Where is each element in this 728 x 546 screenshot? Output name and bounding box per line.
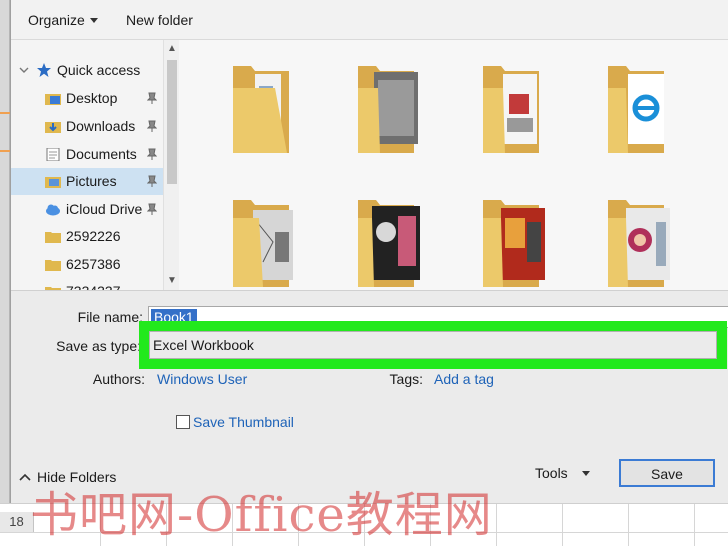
authors-label: Authors:	[92, 371, 145, 387]
nav-label: iCloud Drive	[66, 201, 143, 217]
save-thumbnail-checkbox[interactable]	[176, 415, 190, 429]
grid-column	[562, 504, 563, 546]
folder-thumbnail[interactable]	[604, 192, 676, 292]
grid-column	[496, 504, 497, 546]
nav-item-folder-2592226[interactable]: 2592226	[11, 223, 171, 250]
nav-item-pictures[interactable]: Pictures	[11, 168, 171, 195]
nav-label: Pictures	[66, 173, 117, 189]
documents-icon	[46, 148, 60, 161]
save-button[interactable]: Save	[619, 459, 715, 487]
download-folder-icon	[45, 122, 61, 133]
watermark-text: 书吧网-Office教程网	[30, 487, 493, 543]
organize-label: Organize	[28, 12, 85, 28]
folder-thumbnail[interactable]	[229, 58, 301, 158]
pin-icon[interactable]	[147, 203, 157, 215]
nav-item-desktop[interactable]: Desktop	[11, 85, 171, 112]
nav-item-icloud-drive[interactable]: iCloud Drive	[11, 196, 171, 223]
row-number: 18	[0, 512, 34, 532]
authors-link[interactable]: Windows User	[157, 371, 247, 387]
chevron-expand-icon[interactable]	[19, 67, 29, 74]
save-type-highlight: Excel Workbook	[139, 321, 727, 369]
nav-label: 7334337	[66, 278, 121, 290]
file-name-label: File name:	[77, 309, 143, 325]
file-list	[179, 40, 728, 290]
grid-column	[628, 504, 629, 546]
nav-label: Quick access	[57, 62, 141, 78]
folder-thumbnail[interactable]	[354, 192, 426, 292]
navigation-pane: Quick access Desktop Downloads Documents…	[11, 40, 179, 290]
save-type-select[interactable]: Excel Workbook	[149, 331, 717, 359]
save-options-panel: File name: Book1 Save as type: Excel Wor…	[11, 290, 728, 503]
folder-icon	[45, 260, 61, 271]
organize-button[interactable]: Organize	[28, 12, 98, 28]
desktop-folder-icon	[45, 94, 61, 105]
tags-label: Tags:	[389, 371, 423, 387]
pin-icon[interactable]	[147, 148, 157, 160]
pin-icon[interactable]	[147, 92, 157, 104]
pictures-icon	[45, 177, 61, 188]
pin-icon[interactable]	[147, 120, 157, 132]
new-folder-button[interactable]: New folder	[126, 12, 193, 28]
nav-scrollbar[interactable]: ▲ ▼	[163, 40, 179, 290]
save-type-label: Save as type:	[56, 338, 141, 354]
folder-thumbnail[interactable]	[479, 58, 551, 158]
folder-thumbnail[interactable]	[604, 58, 676, 158]
nav-label: Desktop	[66, 90, 118, 106]
save-thumbnail-label[interactable]: Save Thumbnail	[193, 414, 294, 430]
chevron-down-icon	[89, 18, 98, 23]
folder-icon	[45, 232, 61, 243]
pin-icon[interactable]	[147, 175, 157, 187]
scroll-up-icon[interactable]: ▲	[167, 44, 177, 54]
nav-label: 6257386	[66, 256, 121, 272]
tools-button[interactable]: Tools	[535, 460, 605, 488]
folder-thumbnail[interactable]	[354, 58, 426, 158]
nav-item-documents[interactable]: Documents	[11, 141, 171, 168]
excel-row-marker	[0, 150, 10, 152]
add-tag-link[interactable]: Add a tag	[434, 371, 494, 387]
scroll-down-icon[interactable]: ▼	[167, 276, 177, 286]
chevron-down-icon	[581, 471, 590, 476]
excel-row-marker	[0, 112, 10, 114]
save-as-dialog: Organize New folder Quick access Desktop…	[10, 0, 728, 503]
nav-item-folder-7334337[interactable]: 7334337	[11, 278, 171, 290]
excel-background-strip	[0, 0, 10, 546]
toolbar: Organize New folder	[11, 0, 728, 40]
star-icon	[37, 63, 51, 77]
nav-label: Downloads	[66, 118, 136, 134]
nav-label: Documents	[66, 146, 137, 162]
nav-label: 2592226	[66, 228, 121, 244]
nav-item-folder-6257386[interactable]: 6257386	[11, 251, 171, 278]
nav-item-quick-access[interactable]: Quick access	[11, 57, 171, 84]
nav-item-downloads[interactable]: Downloads	[11, 113, 171, 140]
folder-thumbnail[interactable]	[479, 192, 551, 292]
grid-column	[694, 504, 695, 546]
cloud-icon	[46, 204, 60, 216]
scroll-thumb[interactable]	[167, 60, 177, 184]
tools-label: Tools	[535, 465, 568, 481]
folder-thumbnail[interactable]	[229, 192, 301, 292]
